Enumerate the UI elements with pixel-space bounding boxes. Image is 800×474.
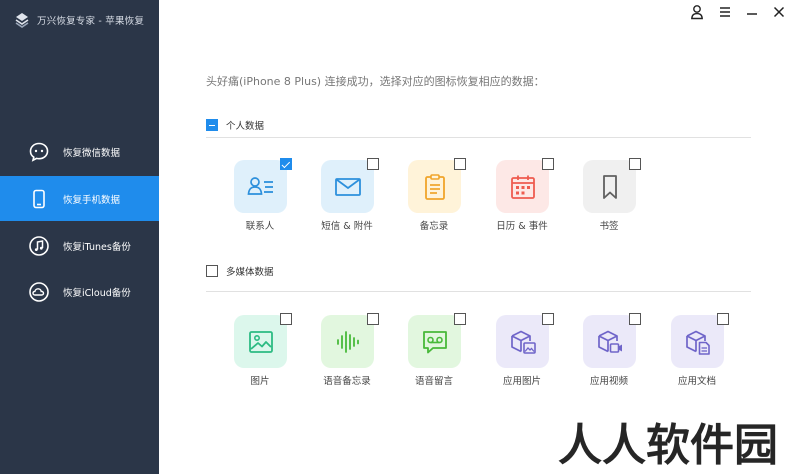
sidebar-item-icloud[interactable]: 恢复iCloud备份 — [0, 269, 159, 314]
tile-checkbox[interactable] — [542, 158, 554, 170]
app-logo-icon — [15, 13, 29, 28]
bookmark-icon — [602, 174, 617, 199]
sidebar-item-wechat[interactable]: 恢复微信数据 — [0, 129, 159, 174]
tile-label: 应用图片 — [502, 376, 541, 387]
menu-icon[interactable] — [718, 4, 732, 20]
tile-label: 日历 & 事件 — [496, 221, 548, 232]
photo-icon — [248, 330, 273, 353]
cloud-icon — [29, 281, 49, 302]
tile-checkbox[interactable] — [542, 313, 554, 325]
section-label: 多媒体数据 — [226, 267, 274, 278]
voicemail-icon — [422, 330, 447, 353]
sidebar: 万兴恢复专家 - 苹果恢复 恢复微信数据 恢复手机数据 恢复iTunes备份 恢… — [0, 0, 159, 474]
close-icon[interactable] — [772, 4, 786, 20]
sidebar-item-label: 恢复iCloud备份 — [63, 287, 131, 299]
app-brand: 万兴恢复专家 - 苹果恢复 — [14, 10, 144, 30]
tile-label: 联系人 — [245, 221, 275, 232]
connection-status: 头好痛(iPhone 8 Plus) 连接成功，选择对应的图标恢复相应的数据： — [206, 75, 545, 88]
tile-checkbox[interactable] — [367, 313, 379, 325]
sidebar-item-label: 恢复微信数据 — [63, 147, 121, 159]
section-multimedia-data: 多媒体数据 — [206, 264, 274, 278]
tile-checkbox[interactable] — [454, 158, 466, 170]
calendar-icon — [510, 175, 535, 199]
tile-label: 语音备忘录 — [323, 376, 371, 387]
app-title: 万兴恢复专家 - 苹果恢复 — [37, 16, 145, 27]
tile-checkbox[interactable] — [454, 313, 466, 325]
section-personal-data: 个人数据 — [206, 118, 264, 132]
tile-label: 应用视频 — [589, 376, 628, 387]
tile-label: 图片 — [250, 376, 270, 387]
tile-checkbox[interactable] — [367, 158, 379, 170]
tile-label: 备忘录 — [419, 221, 449, 232]
section-divider — [206, 291, 751, 292]
phone-icon — [33, 189, 45, 208]
tile-checkbox[interactable] — [717, 313, 729, 325]
section-divider — [206, 137, 751, 138]
contacts-icon — [247, 176, 273, 195]
sidebar-item-label: 恢复手机数据 — [63, 194, 121, 206]
tile-checkbox[interactable] — [280, 158, 292, 170]
watermark-text: 人人软件园 — [558, 420, 778, 471]
section-label: 个人数据 — [226, 121, 265, 132]
tile-checkbox[interactable] — [629, 158, 641, 170]
app-photo-icon — [510, 330, 536, 354]
wechat-icon — [29, 142, 49, 162]
app-document-icon — [685, 330, 710, 355]
tile-checkbox[interactable] — [629, 313, 641, 325]
tile-label: 书签 — [599, 221, 619, 232]
section-checkbox-multimedia[interactable] — [206, 265, 218, 277]
message-icon — [334, 177, 361, 196]
tile-label: 语音留言 — [414, 376, 453, 387]
voice-memo-icon — [336, 330, 359, 353]
account-icon[interactable] — [690, 4, 704, 20]
sidebar-item-phone[interactable]: 恢复手机数据 — [0, 176, 159, 221]
notes-icon — [424, 173, 445, 200]
minimize-icon[interactable] — [745, 4, 759, 20]
tile-label: 应用文档 — [677, 376, 716, 387]
section-checkbox-personal[interactable] — [206, 119, 218, 131]
sidebar-item-itunes[interactable]: 恢复iTunes备份 — [0, 223, 159, 268]
app-video-icon — [597, 330, 622, 353]
sidebar-item-label: 恢复iTunes备份 — [63, 241, 131, 253]
music-note-icon — [29, 235, 49, 256]
tile-checkbox[interactable] — [280, 313, 292, 325]
tile-label: 短信 & 附件 — [321, 221, 373, 232]
